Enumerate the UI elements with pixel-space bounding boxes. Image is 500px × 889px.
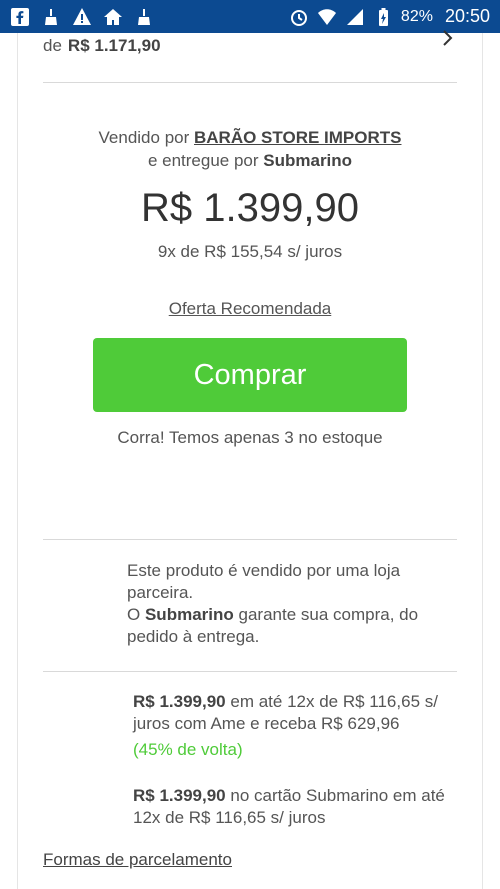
- divider: [43, 539, 457, 540]
- buy-button[interactable]: Comprar: [93, 338, 407, 412]
- divider: [43, 82, 457, 83]
- stock-notice: Corra! Temos apenas 3 no estoque: [117, 428, 383, 447]
- signal-icon: [345, 7, 365, 27]
- broom-icon: [134, 7, 154, 27]
- installment-forms-link[interactable]: Formas de parcelamento: [43, 850, 232, 870]
- clock: 20:50: [444, 6, 490, 26]
- seller-line: Vendido por BARÃO STORE IMPORTS: [0, 128, 500, 148]
- status-bar-left-icons: [10, 7, 154, 27]
- battery-percentage: 82%: [400, 7, 433, 25]
- partner-notice-brand: Submarino: [144, 605, 234, 624]
- partner-notice-line1: Este produto é vendido por uma loja parc…: [127, 561, 401, 602]
- battery-icon: [373, 7, 393, 27]
- wifi-icon: [317, 7, 337, 27]
- partner-notice-prefix: O: [127, 605, 141, 624]
- ame-promo: R$ 1.399,90 em até 12x de R$ 116,65 s/ j…: [133, 691, 458, 761]
- partner-notice-line2: O Submarino garante sua compra, do pedid…: [127, 604, 457, 648]
- status-bar-right-icons: 82% 20:50: [289, 6, 490, 27]
- status-bar: 82% 20:50: [0, 0, 500, 33]
- warning-icon: [72, 7, 92, 27]
- broom-icon: [41, 7, 61, 27]
- previous-offer-price: R$ 1.171,90: [67, 36, 161, 55]
- alarm-icon: [289, 7, 309, 27]
- divider: [43, 671, 457, 672]
- cashback-percent: (45% de volta): [133, 740, 243, 759]
- delivered-by-prefix: e entregue por: [147, 151, 259, 170]
- sold-by-prefix: Vendido por: [98, 128, 190, 147]
- facebook-icon: [10, 7, 30, 27]
- seller-name-link[interactable]: BARÃO STORE IMPORTS: [194, 128, 401, 147]
- chevron-right-icon[interactable]: [441, 29, 455, 47]
- card-promo: R$ 1.399,90 no cartão Submarino em até 1…: [133, 785, 458, 829]
- card-promo-price: R$ 1.399,90: [133, 786, 226, 805]
- installments-info: 9x de R$ 155,54 s/ juros: [157, 242, 343, 261]
- home-icon: [103, 7, 123, 27]
- recommended-offer-link[interactable]: Oferta Recomendada: [0, 299, 500, 319]
- ame-promo-price: R$ 1.399,90: [133, 692, 226, 711]
- previous-offer[interactable]: de R$ 1.171,90: [43, 36, 161, 56]
- product-price: R$ 1.399,90: [141, 186, 359, 230]
- partner-notice: Este produto é vendido por uma loja parc…: [127, 560, 457, 648]
- delivered-by-name: Submarino: [263, 151, 353, 170]
- delivered-by-line: e entregue por Submarino: [0, 151, 500, 171]
- previous-offer-prefix: de: [43, 36, 62, 55]
